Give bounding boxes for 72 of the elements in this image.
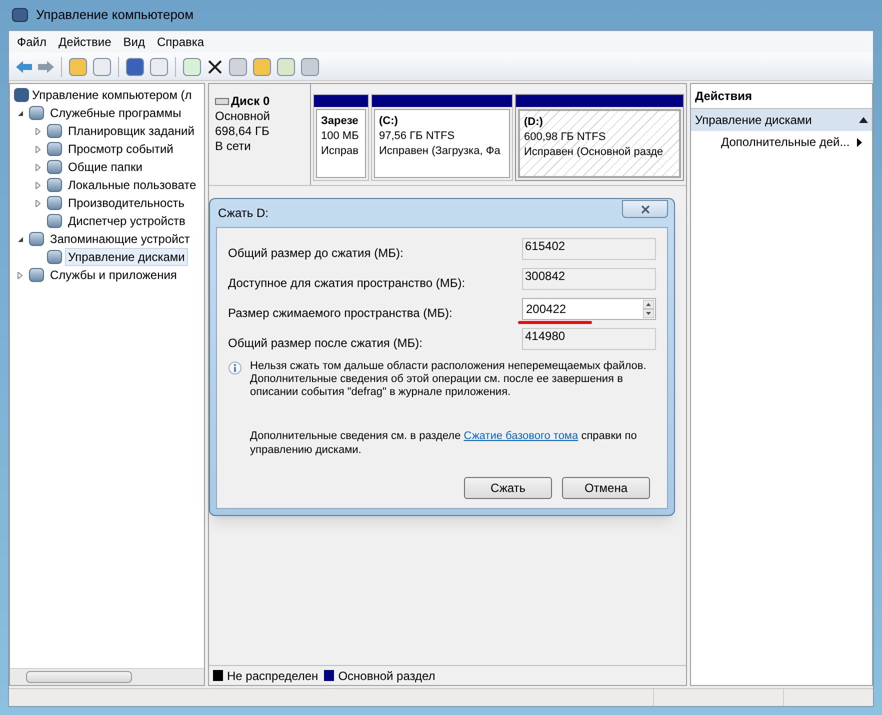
menu-item[interactable]: Справка [157,33,204,51]
tree-item[interactable]: Службы и приложения [47,266,180,284]
collapsed-arrow-icon[interactable] [34,200,42,206]
collapsed-arrow-icon[interactable] [34,128,42,134]
help-text: Дополнительные сведения см. в разделе Сжатие базового тома справки по управлению дисками. [250,429,638,457]
tree-item[interactable]: Планировщик заданий [65,122,198,140]
legend-label: Не распределен [227,668,318,684]
help-link[interactable]: Сжатие базового тома [464,430,578,442]
partition-size: 100 МБ [321,129,360,144]
menu-item[interactable]: Действие [58,33,112,51]
close-icon[interactable] [207,58,223,74]
back-arrow-icon[interactable] [15,60,33,74]
partition-block[interactable]: (D:) 600,98 ГБ NTFS Исправен (Основной разде [515,94,684,181]
info-text: Нельзя сжать том дальше области расположения неперемещаемых файлов. Дополнительные сведения об этой операции см. после ее завершения в описании события "defrag" в журнале приложения. [250,360,648,399]
forward-arrow-icon[interactable] [37,60,55,74]
tree-item[interactable]: Просмотр событий [65,140,176,158]
partition-name: Зарезе [321,114,360,129]
partition-block[interactable]: (C:) 97,56 ГБ NTFS Исправен (Загрузка, Фа [371,94,513,181]
close-button[interactable] [622,200,668,218]
partition-status: Исправен (Основной разде [524,145,664,160]
disk-size: 698,64 ГБ [215,124,270,139]
spin-down-icon[interactable] [643,309,654,318]
partition-name: (D:) [524,115,544,130]
collapse-arrow-icon[interactable] [859,117,868,123]
horizontal-scrollbar[interactable] [10,668,204,685]
legend-label: Основной раздел [338,668,436,684]
partition-block[interactable]: Зарезе 100 МБ Исправ [313,94,369,181]
tree-item[interactable]: Локальные пользовате [65,176,200,194]
field-label: Общий размер до сжатия (МБ): [228,245,404,262]
window-title: Управление компьютером [36,6,194,24]
tree-item[interactable]: Управление дисками [65,248,188,266]
partition-size: 97,56 ГБ NTFS [379,129,456,144]
field-label: Общий размер после сжатия (МБ): [228,335,422,352]
collapsed-arrow-icon[interactable] [34,182,42,188]
dialog-button[interactable]: Отмена [562,477,650,499]
tree-item[interactable]: Запоминающие устройст [47,230,193,248]
computer-icon [14,88,29,102]
field-label: Доступное для сжатия пространство (МБ): [228,275,466,292]
tree-item[interactable]: Служебные программы [47,104,184,122]
expanded-arrow-icon[interactable] [16,110,24,116]
disk-drive-icon [215,98,229,105]
disk-type: Основной [215,109,272,124]
readonly-field: 414980 [522,328,656,350]
readonly-field: 615402 [522,238,656,260]
action-item[interactable]: Дополнительные дей... [691,131,872,153]
partition-size: 600,98 ГБ NTFS [524,130,607,145]
info-icon [228,361,242,375]
tree-item[interactable]: Общие папки [65,158,146,176]
disk-name: Диск 0 [231,94,270,109]
partition-status: Исправ [321,144,360,159]
spin-field[interactable]: 200422 [522,298,656,320]
collapsed-arrow-icon[interactable] [34,146,42,152]
readonly-field: 300842 [522,268,656,290]
spin-up-icon[interactable] [643,300,654,309]
dialog-title: Сжать D: [218,205,268,222]
menu-item[interactable]: Вид [123,33,145,51]
actions-section-header[interactable]: Управление дисками [691,109,872,131]
submenu-arrow-icon [857,138,862,146]
collapsed-arrow-icon[interactable] [34,164,42,170]
partition-type-stripe [314,95,368,107]
tree-item[interactable]: Диспетчер устройств [65,212,188,230]
tree-item[interactable]: Управление компьютером (л [32,86,192,104]
disk-status: В сети [215,139,252,154]
field-label: Размер сжимаемого пространства (МБ): [228,305,452,322]
tree-item[interactable]: Производительность [65,194,188,212]
expanded-arrow-icon[interactable] [16,236,24,242]
computer-icon [12,8,28,22]
dialog-button[interactable]: Сжать [464,477,552,499]
menu-item[interactable]: Файл [17,33,47,51]
partition-name: (C:) [379,114,399,129]
partition-status: Исправен (Загрузка, Фа [379,144,502,159]
collapsed-arrow-icon[interactable] [16,272,24,278]
